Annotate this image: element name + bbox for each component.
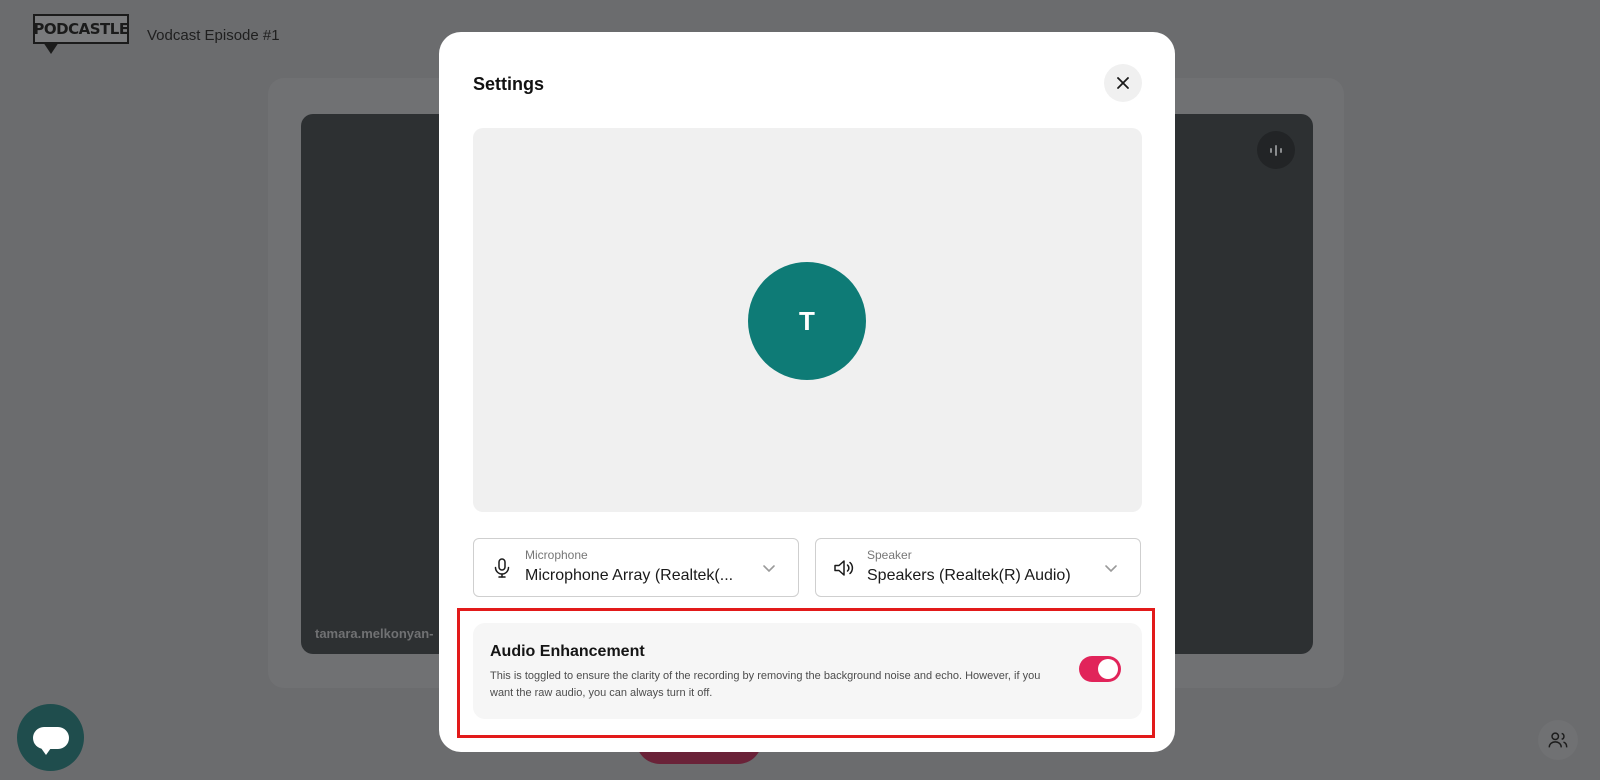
chevron-down-icon — [763, 565, 775, 573]
microphone-label: Microphone — [525, 548, 588, 562]
audio-bars-icon — [1270, 145, 1282, 156]
chat-button[interactable] — [17, 704, 84, 771]
project-title[interactable]: Vodcast Episode #1 — [147, 27, 280, 44]
logo-tail — [43, 42, 59, 54]
close-icon — [1117, 77, 1129, 89]
microphone-value: Microphone Array (Realtek(... — [525, 567, 734, 584]
logo-text: PODCASTLE — [33, 20, 129, 38]
speaker-value: Speakers (Realtek(R) Audio) — [867, 567, 1071, 584]
chat-bubble-icon — [32, 726, 69, 755]
close-button[interactable] — [1104, 64, 1142, 102]
people-icon — [1548, 732, 1568, 748]
logo-box: PODCASTLE — [33, 14, 129, 44]
avatar: T — [748, 262, 866, 380]
participant-name: tamara.melkonyan- — [315, 626, 434, 641]
settings-modal: Settings T Microphone Microphone Array (… — [439, 32, 1175, 752]
participants-button[interactable] — [1538, 720, 1578, 760]
audio-level-button[interactable] — [1257, 131, 1295, 169]
camera-preview: T — [473, 128, 1142, 512]
podcastle-logo[interactable]: PODCASTLE — [33, 14, 129, 60]
microphone-icon — [494, 558, 510, 578]
modal-title: Settings — [473, 74, 545, 94]
audio-enhancement-toggle[interactable] — [1079, 656, 1121, 682]
audio-enhancement-title: Audio Enhancement — [490, 643, 645, 660]
toggle-knob — [1098, 659, 1118, 679]
audio-enhancement-description: This is toggled to ensure the clarity of… — [490, 670, 1041, 699]
speaker-icon — [834, 560, 854, 576]
speaker-label: Speaker — [867, 548, 912, 562]
speaker-select[interactable]: Speaker Speakers (Realtek(R) Audio) — [815, 538, 1141, 597]
audio-enhancement-card: Audio Enhancement This is toggled to ens… — [473, 623, 1142, 719]
chevron-down-icon — [1105, 565, 1117, 573]
microphone-select[interactable]: Microphone Microphone Array (Realtek(... — [473, 538, 799, 597]
